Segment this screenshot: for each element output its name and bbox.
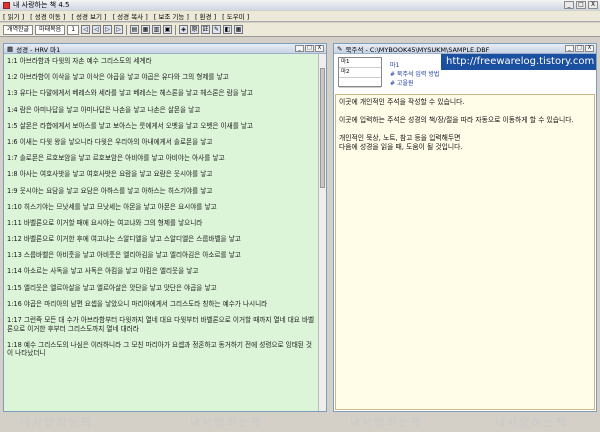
book-select-button[interactable]: 마태복음 [35, 24, 66, 35]
bible-pane-title-bar: ▦ 성경 - HRV 마1 _ □ X [4, 44, 326, 54]
verse-line[interactable]: 1:2 아브라함이 이삭을 낳고 이삭은 야곱을 낳고 야곱은 유다와 그의 형… [7, 73, 315, 82]
maximize-button[interactable]: □ [576, 1, 586, 9]
verse-line[interactable]: 1:6 이새는 다윗 왕을 낳으니라 다윗은 우리아의 아내에게서 솔로몬을 낳… [7, 138, 315, 147]
original-icon[interactable]: 原 [190, 25, 200, 34]
verse-line[interactable]: 1:16 야곱은 마리아의 남편 요셉을 낳았으니 마리아에게서 그리스도라 칭… [7, 300, 315, 309]
note-text: 다음에 성경을 읽을 때, 도움이 될 것입니다. [339, 143, 463, 151]
verse-line[interactable]: 1:10 히스기야는 므낫세를 낳고 므낫세는 아몬을 낳고 아몬은 요시야를 … [7, 203, 315, 212]
menu-settings[interactable]: [ 환경 ] [195, 11, 216, 21]
menu-read[interactable]: [ 읽기 ] [3, 11, 24, 21]
verse-line[interactable]: 1:11 바벨론으로 이거할 때에 요시야는 여고냐와 그의 형제를 낳으니라 [7, 219, 315, 228]
menu-view[interactable]: [ 성경 보기 ] [71, 11, 106, 21]
watermark-text: 내사랑하는책 [350, 416, 423, 429]
bible-pane-close-button[interactable]: X [315, 45, 324, 52]
app-window: 내 사랑하는 책 4.5 _ □ X [ 읽기 ] [ 성경 이동 ] [ 성경… [0, 0, 600, 432]
verse-line[interactable]: 1:1 아브라함과 다윗의 자손 예수 그리스도의 세계라 [7, 57, 315, 66]
watermark-text: 내사랑하는책 [20, 416, 93, 429]
toolbar-separator [126, 24, 128, 35]
menu-bar: [ 읽기 ] [ 성경 이동 ] [ 성경 보기 ] [ 성경 복사 ] [ 보… [0, 11, 600, 22]
chapter-input[interactable]: 1 [67, 24, 80, 35]
verse-line[interactable]: 1:15 엘리웃은 엘르아살을 낳고 엘르아살은 맛단을 낳고 맛단은 야곱을 … [7, 284, 315, 293]
verse-line[interactable]: 1:12 바벨론으로 이거한 후에 여고냐는 스알디엘을 낳고 스알디엘은 스룹… [7, 235, 315, 244]
bible-version-button[interactable]: 개역한글 [3, 24, 34, 35]
notes-pane-title: 묵주석 - C:\MYBOOK45\MYSUKM\SAMPLE.DBF [345, 45, 490, 54]
verse-line[interactable]: 1:14 아소르는 사독을 낳고 사독은 아킴을 낳고 아킴은 엘리웃을 낳고 [7, 267, 315, 276]
window-title: 내 사랑하는 책 4.5 [13, 1, 70, 9]
compare-icon[interactable]: ◈ [179, 25, 189, 34]
book-icon: ▦ [7, 44, 14, 53]
title-bar: 내 사랑하는 책 4.5 _ □ X [0, 0, 600, 10]
notes-pane: ✎ 묵주석 - C:\MYBOOK45\MYSUKM\SAMPLE.DBF _ … [333, 43, 597, 412]
notes-pane-minimize-button[interactable]: _ [565, 45, 574, 52]
watermark-text: 내사랑하는책 [495, 416, 568, 429]
note-link[interactable]: # 고을원 [390, 79, 439, 88]
verse-line[interactable]: 1:9 웃시야는 요담을 낳고 요담은 아하스를 낳고 아하스는 히스기야를 낳… [7, 187, 315, 196]
notes-pane-maximize-button[interactable]: □ [575, 45, 584, 52]
app-icon [3, 1, 10, 9]
table-icon[interactable]: ▦ [234, 25, 244, 34]
verse-line[interactable]: 1:17 그런즉 모든 대 수가 아브라함부터 다윗까지 열네 대요 다윗부터 … [7, 316, 315, 333]
verse-line[interactable]: 1:7 솔로몬은 르호보암을 낳고 르호보암은 아비야를 낳고 아비야는 아사를… [7, 154, 315, 163]
verse-list[interactable]: 1:1 아브라함과 다윗의 자손 예수 그리스도의 세계라 1:2 아브라함이 … [4, 54, 318, 411]
notes-index-grid[interactable]: 마1 마2 [338, 57, 382, 88]
notes-icon: ✎ [337, 44, 343, 53]
minimize-button[interactable]: _ [564, 1, 574, 9]
close-button[interactable]: X [588, 1, 598, 9]
verse-line[interactable]: 1:8 아사는 여호사밧을 낳고 여호사밧은 요람을 낳고 요람은 웃시야를 낳… [7, 170, 315, 179]
menu-copy[interactable]: [ 성경 복사 ] [113, 11, 148, 21]
grid-row[interactable]: 마1 [339, 58, 381, 68]
note-link[interactable]: 마1 [390, 61, 439, 70]
last-icon[interactable]: ▷ [114, 25, 124, 34]
bible-pane-maximize-button[interactable]: □ [305, 45, 314, 52]
grid-icon[interactable]: ▦ [141, 25, 151, 34]
menu-goto[interactable]: [ 성경 이동 ] [30, 11, 65, 21]
notes-link-list: 마1 # 묵주석 입력 방법 # 고을원 [390, 61, 439, 88]
note-text: 이곳에 개인적인 주석을 작성할 수 있습니다. [339, 98, 465, 106]
verse-line[interactable]: 1:18 예수 그리스도의 나심은 이러하니라 그 모친 마리아가 요셉과 정혼… [7, 341, 315, 358]
verse-line[interactable]: 1:13 스룹바벨은 아비훗을 낳고 아비훗은 엘리아김을 낳고 엘리아김은 아… [7, 251, 315, 260]
window-icon[interactable]: ▣ [163, 25, 173, 34]
first-icon[interactable]: ◁ [81, 25, 91, 34]
menu-help[interactable]: [ 도우미 ] [222, 11, 249, 21]
layout-icon[interactable]: ▤ [130, 25, 140, 34]
bible-pane-minimize-button[interactable]: _ [295, 45, 304, 52]
verse-line[interactable]: 1:3 유다는 다말에게서 베레스와 세라를 낳고 베레스는 헤스론을 낳고 헤… [7, 89, 315, 98]
notes-editor[interactable]: 이곳에 개인적인 주석을 작성할 수 있습니다. 이곳에 입력하는 주석은 성경… [335, 94, 595, 410]
notes-pane-title-bar: ✎ 묵주석 - C:\MYBOOK45\MYSUKM\SAMPLE.DBF _ … [334, 44, 596, 54]
menu-tools[interactable]: [ 보조 기능 ] [154, 11, 189, 21]
toolbar-separator [175, 24, 177, 35]
grid-row[interactable] [339, 78, 381, 88]
commentary-icon[interactable]: 註 [201, 25, 211, 34]
toolbar: 개역한글 마태복음 1 ◁ ◁ ▷ ▷ ▤ ▦ ▥ ▣ ◈ 原 註 ✎ ◧ ▦ [0, 23, 600, 37]
watermark-url-banner: http://freewarelog.tistory.com [441, 54, 596, 70]
bible-pane-title: 성경 - HRV 마1 [16, 45, 61, 54]
verse-line[interactable]: 1:4 람은 아미나답을 낳고 아미나답은 나손을 낳고 나손은 살몬을 낳고 [7, 106, 315, 115]
bible-pane-scrollbar[interactable] [318, 54, 326, 411]
prev-icon[interactable]: ◁ [92, 25, 102, 34]
note-text: 이곳에 입력하는 주석은 성경의 책/장/절을 따라 자동으로 이동하게 할 수… [339, 116, 574, 124]
scrollbar-thumb[interactable] [320, 68, 325, 188]
notes-icon[interactable]: ◧ [223, 25, 233, 34]
watermark-text: 내사랑하는책 [190, 416, 263, 429]
edit-icon[interactable]: ✎ [212, 25, 222, 34]
bible-text-pane: ▦ 성경 - HRV 마1 _ □ X 1:1 아브라함과 다윗의 자손 예수 … [3, 43, 327, 412]
note-text: 개인적인 묵상, 노트, 참고 등을 입력해두면 [339, 134, 461, 142]
note-link[interactable]: # 묵주석 입력 방법 [390, 70, 439, 79]
grid-row[interactable]: 마2 [339, 68, 381, 78]
verse-line[interactable]: 1:5 살몬은 라합에게서 보아스를 낳고 보아스는 룻에게서 오벳을 낳고 오… [7, 122, 315, 131]
columns-icon[interactable]: ▥ [152, 25, 162, 34]
next-icon[interactable]: ▷ [103, 25, 113, 34]
notes-pane-close-button[interactable]: X [585, 45, 594, 52]
